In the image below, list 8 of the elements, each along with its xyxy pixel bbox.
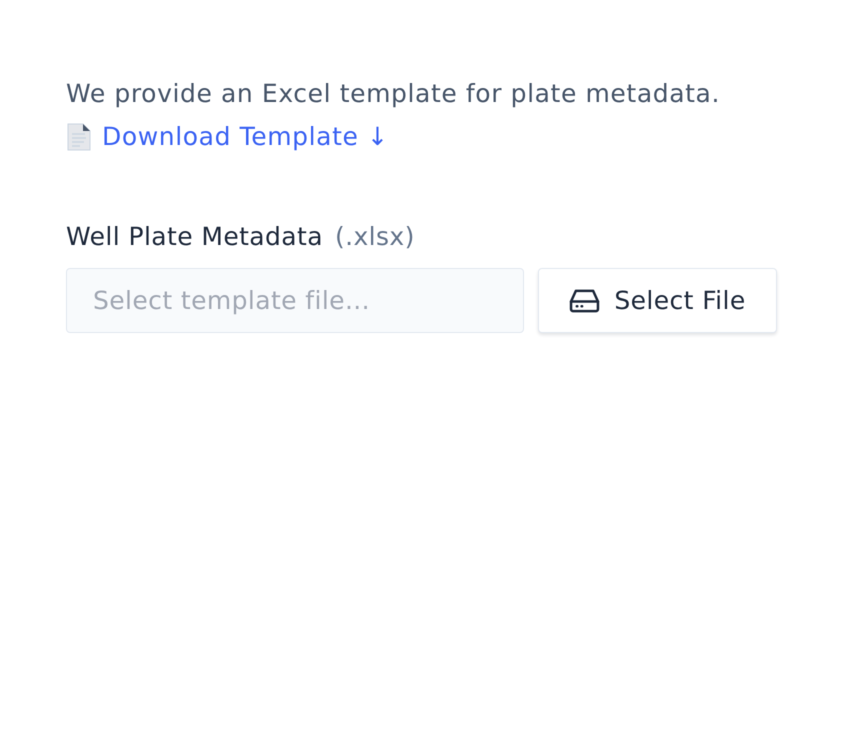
- file-type-hint: (.xlsx): [334, 221, 415, 253]
- hard-drive-icon: [569, 288, 600, 313]
- field-label: Well Plate Metadata: [66, 221, 323, 253]
- document-icon: [66, 123, 92, 151]
- download-template-link[interactable]: Download Template ↓: [102, 117, 389, 157]
- select-file-button[interactable]: Select File: [538, 268, 777, 333]
- file-path-field[interactable]: Select template file...: [66, 268, 524, 333]
- intro-text: We provide an Excel template for plate metadata.: [66, 78, 720, 110]
